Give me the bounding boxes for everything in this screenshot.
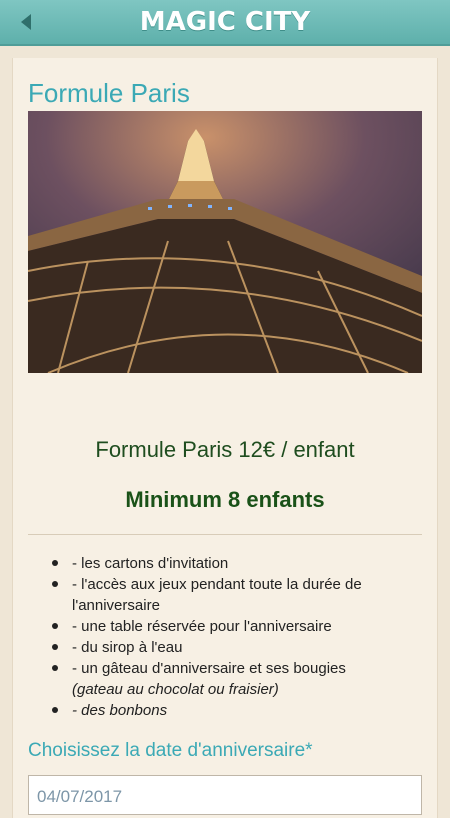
bullet-icon — [52, 644, 58, 650]
app-title: MAGIC CITY — [139, 7, 311, 37]
list-item: - une table réservée pour l'anniversaire — [52, 616, 382, 637]
list-item: - des bonbons — [52, 700, 382, 721]
list-item: - les cartons d'invitation — [52, 553, 382, 574]
bullet-icon — [52, 707, 58, 713]
bullet-icon — [52, 581, 58, 587]
divider — [28, 534, 422, 535]
list-item: - l'accès aux jeux pendant toute la duré… — [52, 574, 382, 616]
bullet-icon — [52, 623, 58, 629]
date-label: Choisissez la date d'anniversaire* — [28, 740, 313, 761]
minimum-children: Minimum 8 enfants — [125, 487, 325, 512]
page-title: Formule Paris — [28, 78, 190, 108]
list-item: - un gâteau d'anniversaire et ses bougie… — [52, 658, 382, 700]
list-item: - du sirop à l'eau — [52, 637, 382, 658]
features-list: - les cartons d'invitation - l'accès aux… — [52, 553, 382, 721]
bullet-icon — [52, 665, 58, 671]
list-item-note: - des bonbons — [72, 702, 168, 719]
top-bar: MAGIC CITY — [0, 0, 450, 46]
price-line: Formule Paris 12€ / enfant — [95, 437, 355, 462]
eiffel-tower-image — [28, 111, 422, 373]
bullet-icon — [52, 560, 58, 566]
list-item-note: (gateau au chocolat ou fraisier) — [72, 681, 279, 698]
date-input[interactable]: 04/07/2017 — [28, 775, 422, 815]
